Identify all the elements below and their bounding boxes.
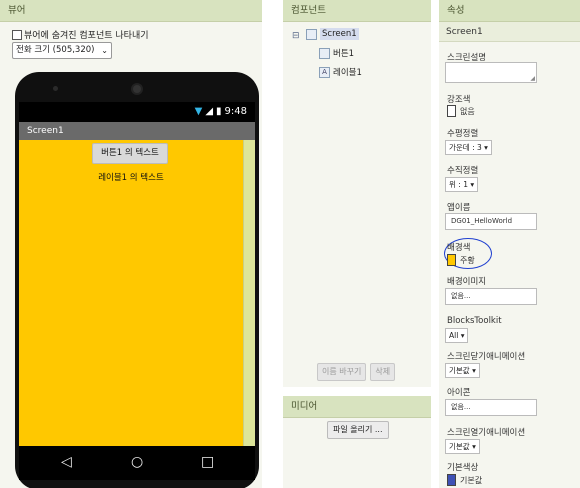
battery-icon: ▮	[216, 106, 222, 117]
properties-component-title: Screen1	[439, 22, 580, 42]
close-anim-value: 기본값	[449, 366, 470, 375]
accent-color-value[interactable]: 없음	[460, 106, 475, 117]
halign-label: 수평정렬	[447, 129, 479, 139]
components-panel: ⊟ Screen1 버튼1 A 레이블1 이름 바꾸기 삭제	[283, 22, 431, 387]
tree-item-label: 버튼1	[333, 49, 355, 59]
bgimage-label: 배경이미지	[447, 277, 487, 287]
bgcolor-swatch[interactable]	[447, 254, 456, 266]
viewer-header: 뷰어	[0, 0, 262, 22]
app-screen[interactable]: 버튼1 의 텍스트 레이블1 의 텍스트	[19, 140, 243, 446]
back-icon: ◁	[61, 454, 72, 470]
open-anim-label: 스크린열기애니메이션	[447, 428, 526, 438]
bgcolor-value[interactable]: 주황	[460, 255, 475, 266]
primary-color-swatch[interactable]	[447, 474, 456, 486]
about-textarea[interactable]: ◢	[445, 62, 537, 83]
collapse-icon[interactable]: ⊟	[292, 31, 300, 41]
nav-bar: ◁ ○ □	[19, 446, 255, 480]
rename-button[interactable]: 이름 바꾸기	[317, 363, 367, 381]
tree-item-label: 레이블1	[333, 68, 362, 78]
close-anim-label: 스크린닫기애니메이션	[447, 352, 526, 362]
status-bar: ▼ ◢ ▮ 9:48	[19, 102, 255, 122]
appname-input[interactable]: DG01_HelloWorld	[445, 213, 537, 230]
show-hidden-label: 뷰어에 숨겨진 컴포넌트 나타내기	[24, 31, 149, 41]
show-hidden-row[interactable]: 뷰어에 숨겨진 컴포넌트 나타내기	[12, 28, 149, 41]
bgimage-input[interactable]: 없음...	[445, 288, 537, 305]
phone-size-value: 전화 크기 (505,320)	[16, 45, 95, 55]
icon-label: 아이콘	[447, 388, 471, 398]
phone-mockup: ▼ ◢ ▮ 9:48 Screen1 버튼1 의 텍스트 레이블1 의 텍스트 ◁ ○…	[15, 72, 259, 488]
blocks-value: All	[449, 331, 459, 340]
valign-value: 위 : 1	[449, 180, 468, 189]
wifi-icon: ▼	[194, 106, 203, 117]
properties-panel: 스크린설명 ◢ 강조색 없음 수평정렬 가운데 : 3 ▾ 수직정렬 위 : 1…	[439, 42, 580, 488]
halign-select[interactable]: 가운데 : 3 ▾	[445, 140, 492, 155]
tree-item-button1[interactable]: 버튼1	[319, 47, 354, 59]
appname-label: 앱이름	[447, 203, 471, 213]
upload-file-button[interactable]: 파일 올리기 ...	[327, 421, 389, 439]
primary-label: 기본색상	[447, 463, 479, 473]
tree-item-label: Screen1	[320, 28, 359, 40]
app-label1[interactable]: 레이블1 의 텍스트	[19, 171, 243, 183]
app-button1[interactable]: 버튼1 의 텍스트	[92, 143, 168, 164]
phone-size-select[interactable]: 전화 크기 (505,320) ⌄	[12, 42, 112, 59]
tree-item-screen1[interactable]: Screen1	[306, 28, 359, 40]
camera-icon	[53, 86, 58, 91]
resize-grip-icon: ◢	[530, 75, 535, 82]
media-header: 미디어	[283, 396, 431, 418]
media-panel: 파일 올리기 ...	[283, 418, 431, 488]
screen-scrollbar	[243, 140, 255, 446]
chevron-down-icon: ⌄	[101, 46, 108, 55]
valign-label: 수직정렬	[447, 166, 479, 176]
close-anim-select[interactable]: 기본값 ▾	[445, 363, 480, 378]
open-anim-select[interactable]: 기본값 ▾	[445, 439, 480, 454]
accent-color-swatch[interactable]	[447, 105, 456, 117]
components-header: 컴포넌트	[283, 0, 431, 22]
home-icon: ○	[131, 454, 144, 470]
screen-icon	[306, 28, 317, 40]
button-icon	[319, 47, 330, 59]
speaker-icon	[131, 83, 143, 95]
open-anim-value: 기본값	[449, 442, 470, 451]
blocks-label: BlocksToolkit	[447, 316, 502, 326]
label-icon: A	[319, 66, 330, 78]
halign-value: 가운데 : 3	[449, 143, 482, 152]
show-hidden-checkbox[interactable]	[12, 29, 22, 40]
primary-color-value[interactable]: 기본값	[460, 475, 482, 486]
blocks-select[interactable]: All ▾	[445, 328, 469, 343]
signal-icon: ◢	[205, 106, 214, 117]
tree-item-label1[interactable]: A 레이블1	[319, 66, 362, 78]
properties-header: 속성	[439, 0, 580, 22]
delete-button[interactable]: 삭제	[370, 363, 396, 381]
status-time: 9:48	[224, 106, 247, 117]
screen-title-bar: Screen1	[19, 122, 255, 140]
valign-select[interactable]: 위 : 1 ▾	[445, 177, 479, 192]
recents-icon: □	[201, 454, 215, 470]
icon-input[interactable]: 없음...	[445, 399, 537, 416]
bgcolor-label: 배경색	[447, 243, 471, 253]
viewer-panel: 뷰어에 숨겨진 컴포넌트 나타내기 전화 크기 (505,320) ⌄ ▼ ◢ ▮ 9…	[0, 22, 262, 488]
accent-label: 강조색	[447, 95, 471, 105]
